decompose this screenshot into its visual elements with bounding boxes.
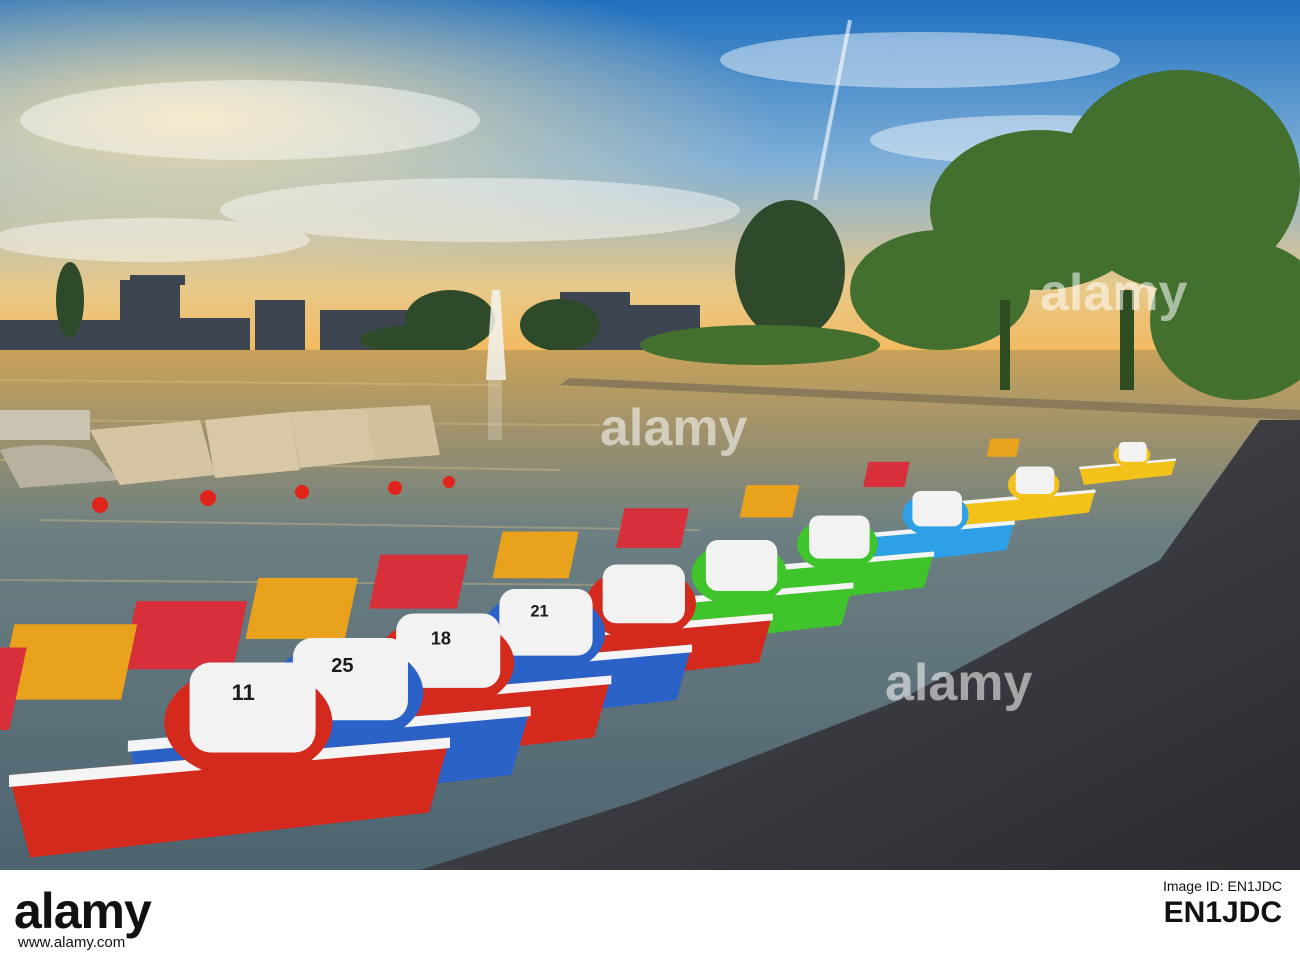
- svg-text:alamy: alamy: [885, 654, 1033, 712]
- boat-number: 21: [530, 603, 548, 621]
- boat-number: 25: [331, 655, 353, 677]
- svg-text:alamy: alamy: [600, 399, 748, 457]
- image-id-block: Image ID: EN1JDC EN1JDC: [1163, 878, 1282, 930]
- image-id-label: Image ID: EN1JDC: [1162, 878, 1282, 894]
- boat-seat: [739, 485, 800, 518]
- boat-seat: [986, 438, 1021, 457]
- image-id-value: EN1JDC: [1163, 896, 1282, 929]
- boat-cover: [602, 564, 685, 624]
- footer-bar: alamy Image ID: EN1JDC EN1JDC www.alamy.…: [0, 870, 1300, 956]
- boat-cover: [809, 515, 870, 559]
- boat-cover: [705, 539, 778, 591]
- boat-cover: [1118, 441, 1147, 462]
- svg-text:alamy: alamy: [1040, 264, 1188, 322]
- boat-seat: [245, 577, 358, 639]
- boat-seat: [368, 554, 469, 609]
- boat-cover: [912, 490, 962, 527]
- boat-cover: [1015, 466, 1055, 495]
- footer-url[interactable]: www.alamy.com: [18, 934, 125, 951]
- boat-cover: [189, 662, 316, 753]
- boat-number: 11: [232, 680, 255, 705]
- photo: 21 18 25 11 alamy alamy alamy: [0, 0, 1300, 870]
- boat-seat: [616, 508, 690, 548]
- boat-cover: [499, 588, 593, 656]
- boat-number: 18: [431, 628, 451, 648]
- alamy-logo[interactable]: alamy: [14, 882, 152, 940]
- boat-seat: [863, 461, 910, 488]
- boat-seat: [121, 601, 248, 670]
- boat-seat: [492, 531, 579, 579]
